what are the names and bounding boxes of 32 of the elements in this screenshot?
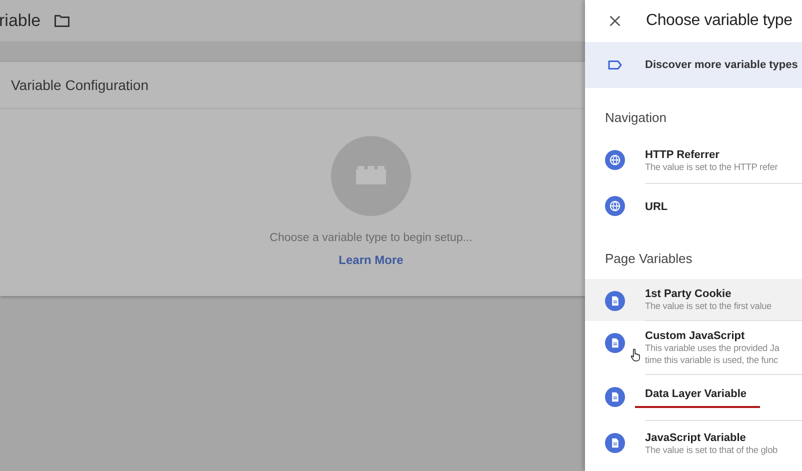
- item-description: This variable uses the provided Ja: [645, 342, 780, 354]
- panel-title: Choose variable type: [646, 12, 792, 30]
- variable-type-item[interactable]: JavaScript Variable The value is set to that of the glob: [585, 421, 802, 466]
- variable-type-item[interactable]: Custom JavaScript This variable uses the provided Ja time this variable is used, the func: [585, 321, 802, 375]
- discover-banner[interactable]: Discover more variable types: [585, 42, 802, 88]
- variable-type-item[interactable]: Data Layer Variable: [585, 375, 802, 421]
- item-name: Data Layer Variable: [645, 388, 748, 400]
- variable-type-item[interactable]: 1st Party Cookie The value is set to the first value: [585, 279, 802, 321]
- item-description: The value is set to the first value: [645, 300, 773, 312]
- item-description: time this variable is used, the func: [645, 354, 779, 366]
- variable-type-item[interactable]: URL: [585, 184, 802, 229]
- item-name: Custom JavaScript: [645, 330, 746, 342]
- item-name: 1st Party Cookie: [645, 288, 732, 300]
- item-name: JavaScript Variable: [645, 432, 747, 444]
- close-icon[interactable]: [608, 14, 622, 28]
- variable-type-item[interactable]: HTTP Referrer The value is set to the HTTP refer: [585, 138, 802, 184]
- document-icon: [605, 433, 625, 453]
- item-description: The value is set to that of the glob: [645, 444, 778, 456]
- page-title: riable: [0, 10, 41, 30]
- section-heading: Navigation: [604, 109, 668, 127]
- document-icon: [605, 291, 625, 311]
- globe-icon: [605, 150, 625, 170]
- item-description: The value is set to the HTTP refer: [645, 161, 779, 173]
- item-name: URL: [645, 201, 669, 213]
- card-title: Variable Configuration: [0, 62, 585, 109]
- globe-icon: [605, 196, 625, 216]
- banner-text: Discover more variable types: [645, 59, 798, 71]
- document-icon: [605, 333, 625, 353]
- section-heading: Page Variables: [604, 250, 694, 268]
- prompt-text: Choose a variable type to begin setup...: [270, 232, 472, 244]
- item-name: HTTP Referrer: [645, 149, 720, 161]
- document-icon: [605, 387, 625, 407]
